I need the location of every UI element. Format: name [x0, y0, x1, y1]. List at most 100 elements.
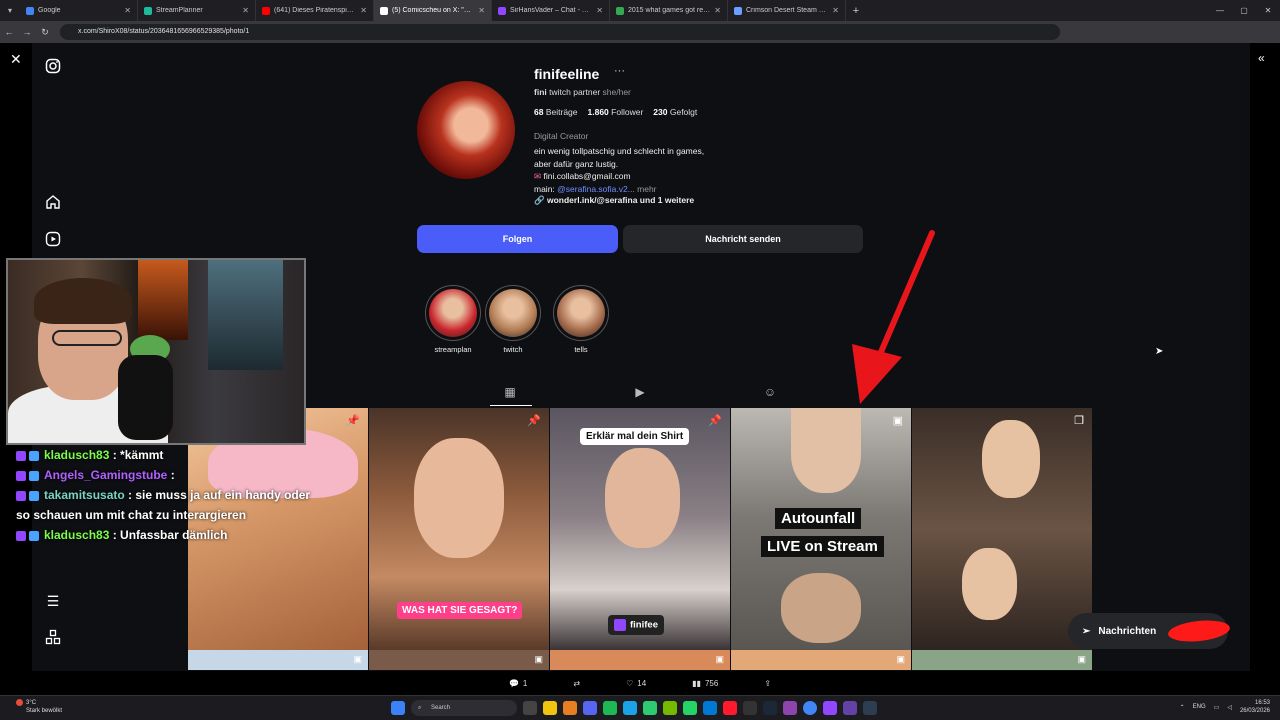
browser-tab[interactable]: Crimson Desert Steam Charts ✕: [728, 0, 846, 21]
tab-close-icon[interactable]: ✕: [124, 6, 131, 15]
app-icon[interactable]: [743, 701, 757, 715]
browser-tab[interactable]: 2015 what games got released ✕: [610, 0, 728, 21]
stat-following[interactable]: 230 Gefolgt: [653, 107, 697, 117]
nvidia-icon[interactable]: [663, 701, 677, 715]
browser-tab[interactable]: SirHansVader – Chat - Twitch✕: [492, 0, 610, 21]
file-explorer-icon[interactable]: [543, 701, 557, 715]
back-icon[interactable]: ←: [0, 27, 18, 37]
browser-tab-bar: ▾ Google ✕ StreamPlanner ✕ (641) Dieses Pira…: [0, 0, 1280, 21]
views-icon: ▮▮: [692, 678, 701, 688]
windows-start-icon[interactable]: [391, 701, 405, 715]
active-tab-indicator: [490, 405, 532, 406]
tagged-tab-icon[interactable]: ☺: [763, 385, 777, 399]
story-highlight[interactable]: streamplan: [425, 285, 481, 354]
profile-link[interactable]: 🔗 wonderl.ink/@serafina und 1 weitere: [534, 195, 694, 206]
opera-icon[interactable]: [723, 701, 737, 715]
post-tile[interactable]: ▣: [731, 650, 911, 670]
task-view-icon[interactable]: [523, 701, 537, 715]
video-icon: ▣: [1077, 654, 1086, 664]
options-icon[interactable]: ···: [614, 65, 625, 77]
app-icon[interactable]: [643, 701, 657, 715]
firefox-icon[interactable]: [563, 701, 577, 715]
follow-button[interactable]: Folgen: [417, 225, 618, 253]
browser-tab[interactable]: (641) Dieses Piratenspiel übers ✕: [256, 0, 374, 21]
post-tile[interactable]: ▣ Autounfall LIVE on Stream: [731, 408, 911, 650]
app-icon[interactable]: [783, 701, 797, 715]
story-highlight[interactable]: tells: [553, 285, 609, 354]
post-tile[interactable]: 📌 WAS HAT SIE GESAGT?: [369, 408, 549, 650]
discord-icon[interactable]: [583, 701, 597, 715]
spotify-icon[interactable]: [603, 701, 617, 715]
weather-widget[interactable]: 3°C Stark bewölkt: [26, 699, 62, 715]
repost-button[interactable]: ⇄: [573, 679, 580, 688]
home-icon[interactable]: [44, 193, 62, 211]
main-account-link[interactable]: @serafina.sofia.v2: [557, 184, 628, 194]
app-icon[interactable]: [863, 701, 877, 715]
close-photo-icon[interactable]: ✕: [10, 51, 22, 68]
reels-icon[interactable]: [44, 230, 62, 248]
app-icon[interactable]: [843, 701, 857, 715]
clock[interactable]: 16:53 26/03/2026: [1240, 699, 1270, 715]
app-icon[interactable]: [703, 701, 717, 715]
steam-icon[interactable]: [763, 701, 777, 715]
tab-close-icon[interactable]: ✕: [596, 6, 603, 15]
forward-icon[interactable]: →: [18, 27, 36, 37]
story-highlight[interactable]: twitch: [485, 285, 541, 354]
tab-close-icon[interactable]: ✕: [242, 6, 249, 15]
post-tile[interactable]: ▣: [550, 650, 730, 670]
views-button[interactable]: ▮▮ 756: [692, 679, 718, 688]
pin-icon: 📌: [346, 415, 360, 427]
new-tab-button[interactable]: +: [846, 5, 866, 17]
share-button[interactable]: ⇪: [764, 679, 771, 688]
tab-search-icon[interactable]: ▾: [0, 0, 20, 21]
browser-tab[interactable]: Google ✕: [20, 0, 138, 21]
whatsapp-icon[interactable]: [683, 701, 697, 715]
stat-posts[interactable]: 68 Beiträge: [534, 107, 578, 117]
post-tile[interactable]: ▣: [912, 650, 1092, 670]
posts-grid-tab-icon[interactable]: ▦: [503, 385, 517, 399]
stat-followers[interactable]: 1.860 Follower: [588, 107, 644, 117]
chat-message: takamitsusato : sie muss ja auf ein hand…: [16, 485, 316, 525]
carousel-icon: ❐: [1074, 415, 1084, 427]
twitch-icon[interactable]: [823, 701, 837, 715]
send-message-button[interactable]: Nachricht senden: [623, 225, 863, 253]
chat-badge-icon: [16, 450, 26, 461]
browser-tab[interactable]: StreamPlanner ✕: [138, 0, 256, 21]
chat-colon: :: [167, 468, 175, 482]
tab-close-icon[interactable]: ✕: [478, 6, 485, 15]
collapse-panel-icon[interactable]: «: [1258, 51, 1265, 65]
maximize-icon[interactable]: ▢: [1232, 0, 1256, 21]
highlight-label: streamplan: [434, 345, 472, 354]
volume-icon[interactable]: ◁: [1227, 704, 1232, 711]
windows-taskbar: 3°C Stark bewölkt ⌕ Search ⌃ ENG ▭ ◁ 16:5…: [0, 695, 1280, 720]
post-tile[interactable]: ▣: [369, 650, 549, 670]
language-indicator[interactable]: ENG: [1193, 704, 1206, 710]
browser-tab[interactable]: (5) Comicscheu on X: "Markie ✕: [374, 0, 492, 21]
profile-avatar[interactable]: [417, 81, 515, 179]
app-icon[interactable]: [623, 701, 637, 715]
taskbar-search[interactable]: ⌕ Search: [411, 700, 517, 716]
tab-label: SirHansVader – Chat - Twitch: [510, 7, 593, 14]
chrome-icon[interactable]: [803, 701, 817, 715]
like-button[interactable]: ♡ 14: [626, 679, 646, 688]
url-field[interactable]: x.com/ShiroX08/status/203648165696652938…: [60, 24, 1060, 40]
reload-icon[interactable]: ↻: [36, 27, 54, 38]
tab-close-icon[interactable]: ✕: [360, 6, 367, 15]
bio-more-link[interactable]: ... mehr: [628, 184, 657, 194]
reels-tab-icon[interactable]: ▶: [633, 385, 647, 399]
close-window-icon[interactable]: ✕: [1256, 0, 1280, 21]
minimize-icon[interactable]: —: [1208, 0, 1232, 21]
tab-close-icon[interactable]: ✕: [832, 6, 839, 15]
tab-close-icon[interactable]: ✕: [714, 6, 721, 15]
more-apps-icon[interactable]: [44, 628, 62, 646]
menu-icon[interactable]: ☰: [44, 592, 62, 610]
network-icon[interactable]: ▭: [1214, 704, 1220, 711]
tray-overflow-icon[interactable]: ⌃: [1180, 704, 1185, 711]
post-tile[interactable]: ❐: [912, 408, 1092, 650]
weather-alert-icon: [16, 699, 23, 706]
post-tile[interactable]: ▣: [188, 650, 368, 670]
chat-badge-icon: [29, 530, 39, 541]
post-tile[interactable]: 📌 Erklär mal dein Shirt finifee: [550, 408, 730, 650]
tab-label: 2015 what games got released: [628, 7, 710, 14]
reply-button[interactable]: 💬 1: [509, 679, 527, 688]
